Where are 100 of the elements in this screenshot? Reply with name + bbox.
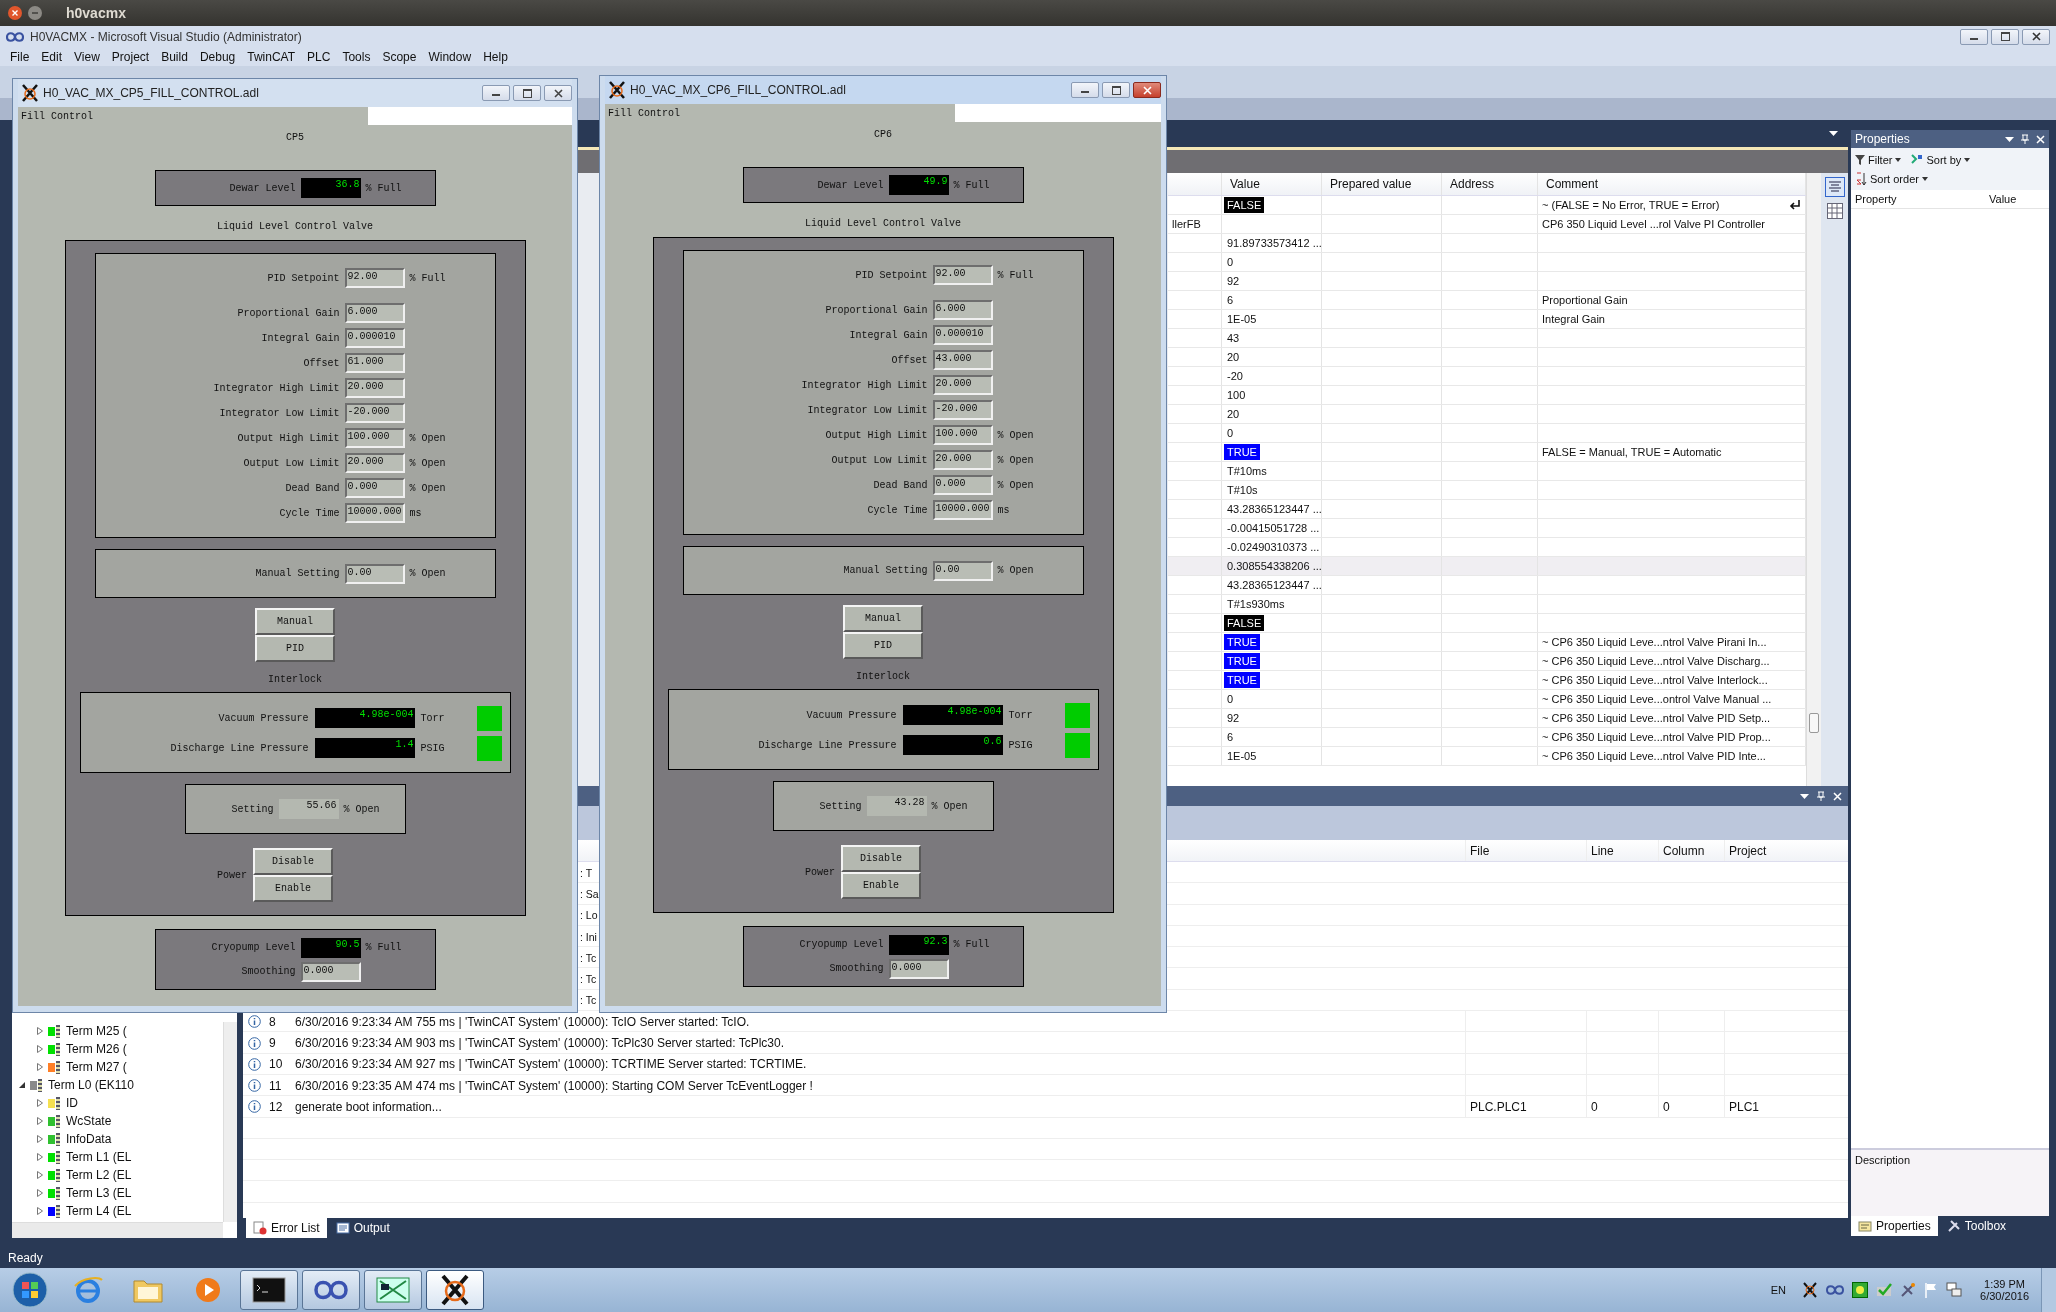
table-row[interactable]: 20 [1168,348,1806,367]
tree-item[interactable]: Term L3 (EL [66,1186,132,1200]
table-row[interactable]: FALSE [1168,614,1806,633]
table-row[interactable]: TRUE ~ CP6 350 Liquid Leve...ntrol Valve Interlock... [1168,671,1806,690]
value-field[interactable]: 0.000010 [344,328,405,348]
column-header[interactable]: Value [1222,173,1322,195]
power-button[interactable]: Disable [841,845,921,872]
list-view-icon[interactable] [1824,177,1845,197]
dropdown-icon[interactable] [1829,131,1838,136]
value-field[interactable]: 100.000 [932,425,993,445]
tree-item[interactable]: Term L0 (EK110 [48,1078,134,1092]
menu-item[interactable]: Edit [35,49,69,64]
infinity-icon[interactable] [1826,1285,1845,1295]
scrollbar[interactable] [223,1022,237,1222]
value-field[interactable]: 92.00 [932,265,993,285]
value-field[interactable]: 43.000 [932,350,993,370]
table-row[interactable]: TRUE ~ CP6 350 Liquid Leve...ntrol Valve Discharg... [1168,652,1806,671]
table-row[interactable]: TRUE ~ CP6 350 Liquid Leve...ntrol Valve Pirani In... [1168,633,1806,652]
scrollbar-thumb[interactable] [1809,713,1819,733]
toolbar-button[interactable]: Filter [1855,150,1902,169]
tree-item[interactable]: Term M27 ( [66,1060,127,1074]
return-arrow-icon[interactable] [1789,199,1801,211]
table-row[interactable]: 1E-05 ~ CP6 350 Liquid Leve...ntrol Valve PID Inte... [1168,747,1806,766]
panel-tab[interactable]: Error List [246,1218,327,1238]
table-row[interactable]: 100 [1168,386,1806,405]
minimize-button[interactable] [482,85,510,101]
power-button[interactable]: Disable [253,848,333,875]
tree-item[interactable]: WcState [66,1114,112,1128]
tree-item[interactable]: Term M26 ( [66,1042,127,1056]
menu-item[interactable]: Scope [376,49,423,64]
close-button[interactable] [2022,28,2050,45]
toolbar-button[interactable]: Sort by [1911,150,1971,169]
table-row[interactable]: 43.28365123447 ... [1168,500,1806,519]
column-header[interactable]: Property [1851,193,1985,205]
close-icon[interactable] [8,6,22,20]
value-field[interactable]: 0.000010 [932,325,993,345]
value-field[interactable]: 92.00 [344,268,405,288]
tree-item[interactable]: Term L2 (EL [66,1168,132,1182]
table-row[interactable]: 0 [1168,424,1806,443]
table-row[interactable]: 43.28365123447 ... [1168,576,1806,595]
table-row[interactable]: 92 [1168,272,1806,291]
column-header[interactable]: Prepared value [1322,173,1442,195]
toolbar-button[interactable]: Sort order [1855,169,1928,188]
menu-item[interactable]: Project [105,49,156,64]
taskbar-button[interactable] [364,1270,422,1310]
tree-item[interactable]: Term L1 (EL [66,1150,132,1164]
mode-button[interactable]: Manual [255,608,335,635]
value-field[interactable]: 20.000 [932,375,993,395]
minimize-icon[interactable] [28,6,42,20]
table-row[interactable]: 92 ~ CP6 350 Liquid Leve...ntrol Valve PID Setp... [1168,709,1806,728]
value-field[interactable]: 20.000 [932,450,993,470]
tree-item[interactable]: ID [66,1096,78,1110]
value-field[interactable]: 0.000 [932,475,993,495]
maximize-button[interactable] [1991,28,2019,45]
monitor-icon[interactable] [1946,1282,1963,1298]
value-field[interactable]: -20.000 [932,400,993,420]
pin-icon[interactable] [2021,134,2029,144]
table-row[interactable]: llerFB CP6 350 Liquid Level ...rol Valve PI Controller [1168,215,1806,234]
column-header[interactable]: Value [1985,193,2049,205]
value-field[interactable]: 61.000 [344,353,405,373]
power-button[interactable]: Enable [253,875,333,902]
minimize-button[interactable] [1071,82,1099,98]
column-header[interactable]: Project [1724,840,1848,861]
table-row[interactable]: T#1s930ms [1168,595,1806,614]
maximize-button[interactable] [1102,82,1130,98]
pin-icon[interactable] [1817,791,1825,801]
value-field[interactable]: 100.000 [344,428,405,448]
table-row[interactable]: 6 Proportional Gain [1168,291,1806,310]
taskbar-button[interactable] [426,1270,484,1310]
x-logo-icon[interactable] [1802,1282,1819,1298]
mode-button[interactable]: PID [843,632,923,659]
value-field[interactable]: 0.000 [300,961,361,982]
scrollbar[interactable] [12,1222,223,1238]
menu-item[interactable]: Help [477,49,514,64]
value-field[interactable]: 20.000 [344,453,405,473]
dropdown-icon[interactable] [1800,793,1809,799]
column-header[interactable]: Column [1658,840,1724,861]
close-button[interactable] [544,85,572,101]
expander-icon[interactable] [18,1081,26,1089]
scrollbar[interactable] [1806,173,1821,786]
table-row[interactable]: T#10ms [1168,462,1806,481]
menu-item[interactable]: Fill Control [18,107,368,125]
grid-icon[interactable] [1826,203,1843,219]
table-row[interactable]: 6 ~ CP6 350 Liquid Leve...ntrol Valve PID Prop... [1168,728,1806,747]
table-row[interactable]: T#10s [1168,481,1806,500]
table-row[interactable]: -0.00415051728 ... [1168,519,1806,538]
column-header[interactable]: Line [1586,840,1658,861]
tree-item[interactable]: Term M25 ( [66,1024,127,1038]
menu-item[interactable]: File [4,49,36,64]
close-button[interactable] [1133,82,1161,98]
menu-item[interactable]: Window [422,49,478,64]
panel-tab[interactable]: Output [328,1218,397,1238]
value-field[interactable]: 0.000 [344,478,405,498]
menu-item[interactable]: Fill Control [605,104,955,122]
power-button[interactable]: Enable [841,872,921,899]
menu-item[interactable]: View [68,49,106,64]
menu-item[interactable]: Tools [336,49,377,64]
minimize-button[interactable] [1960,28,1988,45]
panel-tab[interactable]: Properties [1851,1216,1938,1236]
table-row[interactable]: TRUE FALSE = Manual, TRUE = Automatic [1168,443,1806,462]
